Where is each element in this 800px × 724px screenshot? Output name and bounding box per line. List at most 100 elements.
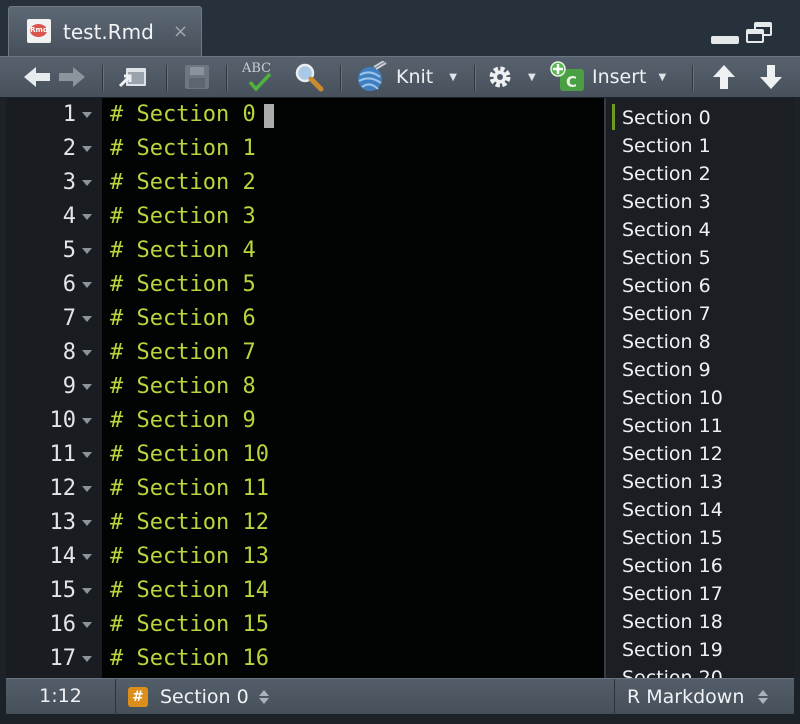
outline-item[interactable]: Section 12 [622,440,723,468]
chevron-down-icon[interactable]: ▼ [449,72,457,83]
text-cursor [264,104,274,128]
outline-item[interactable]: Section 14 [622,496,723,524]
outline-item[interactable]: Section 10 [622,384,723,412]
find-button[interactable] [294,57,324,97]
fold-toggle-icon[interactable] [82,112,92,118]
fold-toggle-icon[interactable] [82,214,92,220]
tab-bar: Rmd test.Rmd × [0,0,800,56]
previous-section-button[interactable] [711,57,737,97]
back-button[interactable] [22,57,52,97]
line-number: 11 [49,442,77,467]
line-number: 2 [62,136,76,161]
code-line[interactable]: 3 # Section 2 [6,166,604,200]
save-icon [185,65,209,89]
line-number: 5 [62,238,76,263]
outline-item[interactable]: Section 3 [622,188,711,216]
code-line[interactable]: 17 # Section 16 [6,642,604,676]
fold-toggle-icon[interactable] [82,656,92,662]
outline-item[interactable]: Section 5 [622,244,711,272]
file-type-selector[interactable]: R Markdown [614,679,794,715]
fold-toggle-icon[interactable] [82,248,92,254]
code-line[interactable]: 13 # Section 12 [6,506,604,540]
code-text: # Section 12 [110,510,269,535]
insert-label: Insert [592,66,647,88]
code-line[interactable]: 4 # Section 3 [6,200,604,234]
outline-item[interactable]: Section 9 [622,356,711,384]
fold-toggle-icon[interactable] [82,282,92,288]
knit-button[interactable]: Knit ▼ [352,57,457,97]
outline-item[interactable]: Section 6 [622,272,711,300]
code-line[interactable]: 8 # Section 7 [6,336,604,370]
outline-item[interactable]: Section 18 [622,608,723,636]
restore-icon[interactable] [746,22,774,46]
forward-button[interactable] [57,57,87,97]
code-line[interactable]: 5 # Section 4 [6,234,604,268]
code-line[interactable]: 7 # Section 6 [6,302,604,336]
outline-item[interactable]: Section 17 [622,580,723,608]
outline-item[interactable]: Section 4 [622,216,711,244]
code-line[interactable]: 1 # Section 0 [6,98,604,132]
insert-chunk-button[interactable]: C Insert ▼ [550,57,666,97]
fold-toggle-icon[interactable] [82,588,92,594]
cursor-position: 1:12 [6,679,116,715]
knit-label: Knit [396,66,434,88]
outline-item[interactable]: Section 1 [622,132,711,160]
tab-test-rmd[interactable]: Rmd test.Rmd × [8,6,202,56]
code-line[interactable]: 9 # Section 8 [6,370,604,404]
code-line[interactable]: 12 # Section 11 [6,472,604,506]
outline-item[interactable]: Section 20 [622,664,723,678]
fold-toggle-icon[interactable] [82,520,92,526]
next-section-button[interactable] [758,57,784,97]
line-number: 13 [49,510,77,535]
outline-item[interactable]: Section 13 [622,468,723,496]
fold-toggle-icon[interactable] [82,554,92,560]
code-line[interactable]: 10 # Section 9 [6,404,604,438]
outline-item[interactable]: Section 2 [622,160,711,188]
fold-toggle-icon[interactable] [82,486,92,492]
fold-toggle-icon[interactable] [82,180,92,186]
line-number: 15 [49,578,77,603]
section-selector[interactable]: # Section 0 [118,679,269,715]
up-down-arrows-icon [758,688,769,706]
outline-item[interactable]: Section 16 [622,552,723,580]
spellcheck-button[interactable]: ABC [240,57,280,97]
fold-toggle-icon[interactable] [82,146,92,152]
fold-toggle-icon[interactable] [82,418,92,424]
outline-item[interactable]: Section 0 [622,104,711,132]
search-icon [295,63,324,92]
fold-toggle-icon[interactable] [82,384,92,390]
code-text: # Section 1 [110,136,256,161]
outline-item[interactable]: Section 7 [622,300,711,328]
insert-chunk-icon: C [550,61,584,91]
fold-toggle-icon[interactable] [82,622,92,628]
minimize-icon[interactable] [711,36,739,44]
code-text: # Section 3 [110,204,256,229]
code-line[interactable]: 11 # Section 10 [6,438,604,472]
code-text: # Section 14 [110,578,269,603]
code-line[interactable]: 2 # Section 1 [6,132,604,166]
popout-icon [118,68,146,88]
tab-title: test.Rmd [63,20,154,44]
fold-toggle-icon[interactable] [82,350,92,356]
outline-item[interactable]: Section 8 [622,328,711,356]
close-icon[interactable]: × [173,21,188,42]
fold-toggle-icon[interactable] [82,452,92,458]
line-number: 10 [49,408,77,433]
settings-button[interactable]: ▼ [486,57,536,97]
show-in-window-button[interactable] [118,57,148,97]
code-line[interactable]: 16 # Section 15 [6,608,604,642]
code-editor[interactable]: 1 # Section 0 2 # Section 1 3 # Section 2 4 # S… [6,98,604,678]
rmd-file-icon: Rmd [27,19,51,43]
status-bar: 1:12 # Section 0 R Markdown [6,678,794,715]
outline-item[interactable]: Section 11 [622,412,723,440]
chevron-down-icon[interactable]: ▼ [659,72,667,83]
save-button[interactable] [184,57,210,97]
chevron-down-icon[interactable]: ▼ [528,72,536,83]
code-line[interactable]: 6 # Section 5 [6,268,604,302]
outline-item[interactable]: Section 19 [622,636,723,664]
code-line[interactable]: 15 # Section 14 [6,574,604,608]
code-line[interactable]: 14 # Section 13 [6,540,604,574]
fold-toggle-icon[interactable] [82,316,92,322]
outline-item[interactable]: Section 15 [622,524,723,552]
arrow-right-icon [59,67,85,87]
